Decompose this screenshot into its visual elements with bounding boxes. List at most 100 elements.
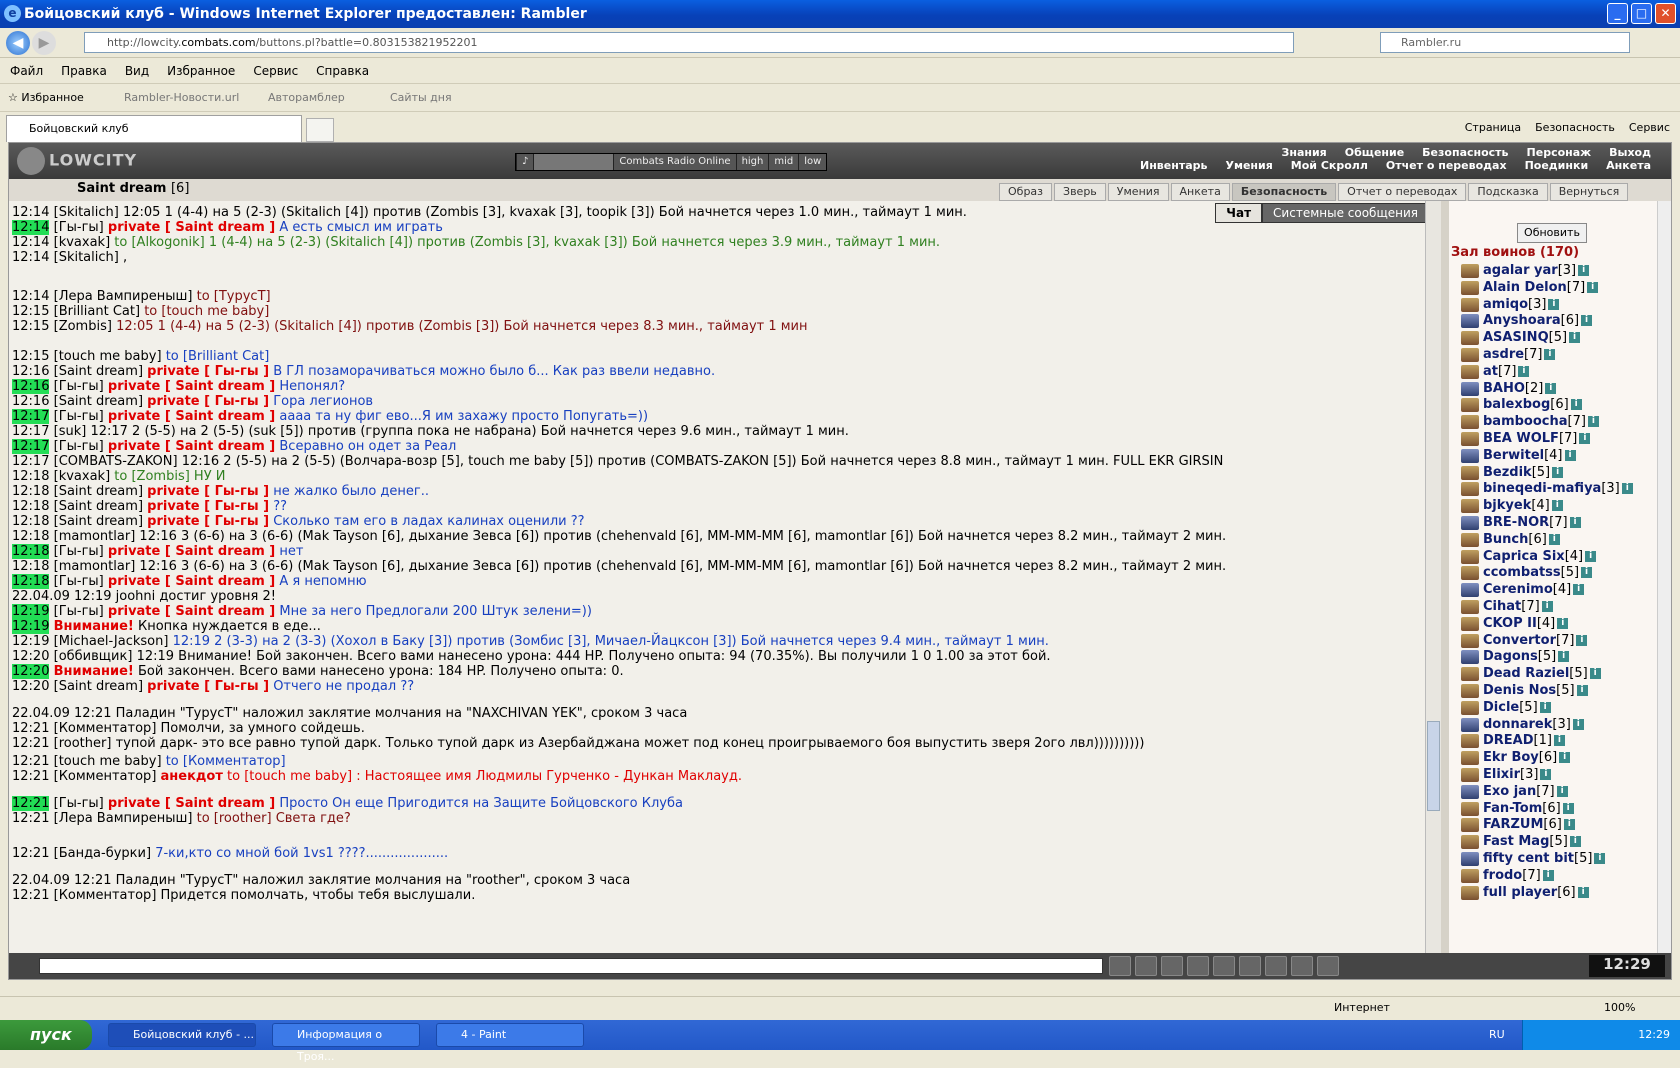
player-item[interactable]: FARZUM[6] i xyxy=(1483,817,1575,832)
message-nick[interactable]: оббивщик xyxy=(59,649,128,664)
player-name[interactable]: amiqo xyxy=(1483,297,1528,312)
player-name[interactable]: asdre xyxy=(1483,347,1524,362)
player-name[interactable]: Ekr Boy xyxy=(1483,750,1539,765)
info-icon[interactable]: i xyxy=(1569,517,1581,528)
char-button[interactable]: Отчет о переводах xyxy=(1338,183,1467,201)
message-nick[interactable]: Saint dream xyxy=(59,514,138,529)
favorites-button[interactable]: ☆ Избранное xyxy=(8,84,84,112)
info-icon[interactable]: i xyxy=(1570,399,1582,411)
info-icon[interactable]: i xyxy=(1573,584,1585,596)
chat-scrollbar[interactable] xyxy=(1425,201,1441,953)
private-tag[interactable]: Внимание! xyxy=(54,619,134,634)
align-icon[interactable] xyxy=(1461,280,1479,295)
player-item[interactable]: Fan-Tom[6] i xyxy=(1483,801,1574,816)
private-tag[interactable]: private [ Saint dream ] xyxy=(108,220,275,235)
info-icon[interactable]: i xyxy=(1559,752,1571,764)
minimize-button[interactable]: _ xyxy=(1607,3,1628,24)
message-nick[interactable]: mamontlar xyxy=(59,559,131,574)
align-icon[interactable] xyxy=(1461,482,1479,497)
menu-view[interactable]: Вид xyxy=(125,58,149,83)
align-icon[interactable] xyxy=(1461,818,1479,833)
info-icon[interactable]: i xyxy=(1548,298,1560,310)
message-nick[interactable]: Комментатор xyxy=(59,888,152,903)
align-icon[interactable] xyxy=(1461,549,1479,564)
volume-slider[interactable] xyxy=(533,154,614,170)
align-icon[interactable] xyxy=(1461,700,1479,715)
align-icon[interactable] xyxy=(1461,297,1479,312)
align-icon[interactable] xyxy=(1461,616,1479,631)
char-button[interactable]: Вернуться xyxy=(1549,183,1629,201)
align-icon[interactable] xyxy=(1461,667,1479,682)
player-item[interactable]: Cihat[7] i xyxy=(1483,599,1553,614)
player-name[interactable]: bamboocha xyxy=(1483,414,1568,429)
link-inventory[interactable]: Инвентарь xyxy=(1140,159,1207,172)
info-icon[interactable]: i xyxy=(1585,550,1597,562)
player-name[interactable]: Alain Delon xyxy=(1483,280,1567,295)
private-tag[interactable]: private [ Saint dream ] xyxy=(108,574,275,589)
menu-file[interactable]: Файл xyxy=(10,58,43,83)
player-name[interactable]: Dead Raziel xyxy=(1483,666,1569,681)
message-nick[interactable]: touch me baby xyxy=(59,349,157,364)
align-icon[interactable] xyxy=(1461,768,1479,782)
player-name[interactable]: Berwitel xyxy=(1483,448,1544,463)
search-input[interactable]: Rambler.ru xyxy=(1380,32,1630,53)
player-name[interactable]: fifty cent bit xyxy=(1483,851,1574,866)
fav-link-sites[interactable]: Сайты дня xyxy=(390,84,452,112)
link-scroll[interactable]: Мой Скролл xyxy=(1291,159,1368,172)
player-name[interactable]: Convertor xyxy=(1483,633,1556,648)
player-item[interactable]: Caprica Six[4] i xyxy=(1483,549,1597,564)
player-name[interactable]: agalar yar xyxy=(1483,263,1558,278)
browser-tab[interactable]: Бойцовский клуб xyxy=(6,115,302,142)
private-tag[interactable]: private [ Гы-гы ] xyxy=(147,499,269,514)
align-icon[interactable] xyxy=(1461,835,1479,850)
align-icon[interactable] xyxy=(1461,868,1479,883)
player-name[interactable]: BAHO xyxy=(1483,381,1525,396)
tools-menu[interactable]: Сервис xyxy=(1629,118,1670,138)
translit-icon[interactable] xyxy=(1239,956,1261,976)
player-name[interactable]: Exo jan xyxy=(1483,784,1536,799)
message-nick[interactable]: Гы-гы xyxy=(59,439,99,454)
align-icon[interactable] xyxy=(1461,717,1479,732)
info-icon[interactable]: i xyxy=(1544,349,1556,360)
align-icon[interactable] xyxy=(1461,734,1479,749)
filter-icon[interactable] xyxy=(1161,956,1183,976)
info-icon[interactable]: i xyxy=(1540,769,1552,780)
private-tag[interactable]: private [ Гы-гы ] xyxy=(147,394,269,409)
link-profile[interactable]: Анкета xyxy=(1606,159,1651,172)
message-nick[interactable]: Saint dream xyxy=(59,484,138,499)
message-nick[interactable]: COMBATS-ZAKON xyxy=(59,454,173,469)
align-icon[interactable] xyxy=(1461,684,1479,698)
link-skills[interactable]: Умения xyxy=(1225,159,1272,172)
info-icon[interactable]: i xyxy=(1621,483,1633,495)
player-name[interactable]: Bunch xyxy=(1483,532,1528,547)
player-item[interactable]: DREAD[1] i xyxy=(1483,733,1565,748)
menu-edit[interactable]: Правка xyxy=(61,58,107,83)
forward-button[interactable]: ▶ xyxy=(32,31,56,55)
message-nick[interactable]: Skitalich xyxy=(59,250,114,265)
char-button[interactable]: Умения xyxy=(1107,183,1169,201)
player-item[interactable]: Anyshoara[6] i xyxy=(1483,313,1593,328)
save-icon[interactable] xyxy=(1187,956,1209,976)
message-nick[interactable]: mamontlar xyxy=(59,529,131,544)
player-item[interactable]: agalar yar[3] i xyxy=(1483,263,1590,278)
menu-tools[interactable]: Сервис xyxy=(253,58,298,83)
align-icon[interactable] xyxy=(1461,448,1479,463)
send-icon[interactable] xyxy=(1109,956,1131,976)
align-icon[interactable] xyxy=(1461,516,1479,530)
player-item[interactable]: Dead Raziel[5] i xyxy=(1483,666,1601,681)
message-nick[interactable]: Skitalich xyxy=(59,205,114,220)
private-tag[interactable]: анекдот xyxy=(161,769,223,784)
player-name[interactable]: bineqedi-mafiya xyxy=(1483,481,1601,496)
align-icon[interactable] xyxy=(1461,432,1479,446)
info-icon[interactable]: i xyxy=(1557,617,1569,629)
player-item[interactable]: Alain Delon[7] i xyxy=(1483,280,1599,295)
smiles-icon[interactable] xyxy=(1291,956,1313,976)
message-nick[interactable]: Лера Вампиреныш xyxy=(59,289,188,304)
player-item[interactable]: asdre[7] i xyxy=(1483,347,1556,362)
message-nick[interactable]: touch me baby xyxy=(59,754,157,769)
menu-favorites[interactable]: Избранное xyxy=(167,58,235,83)
player-name[interactable]: balexbog xyxy=(1483,397,1550,412)
message-nick[interactable]: Saint dream xyxy=(59,394,138,409)
align-icon[interactable] xyxy=(1461,364,1479,379)
align-icon[interactable] xyxy=(1461,381,1479,396)
